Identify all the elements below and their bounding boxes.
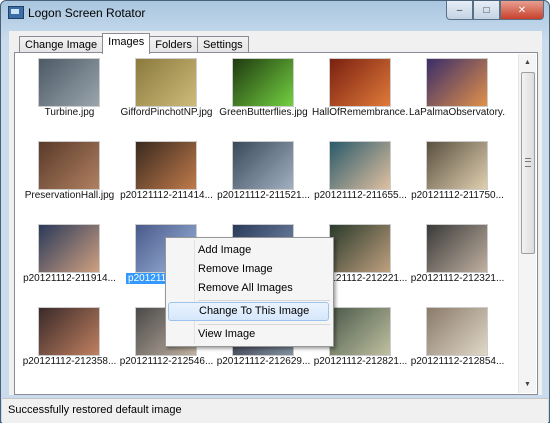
maximize-button[interactable]: □ xyxy=(473,1,500,20)
image-caption-text: p20121112-211414... xyxy=(120,190,213,201)
image-caption: GiffordPinchotNP.jpg xyxy=(118,107,215,118)
image-caption: p20121112-212321... xyxy=(409,273,506,284)
image-caption-text: p20121112-212821... xyxy=(313,356,408,367)
image-tile[interactable]: p20121112-211655... xyxy=(312,136,409,226)
image-caption-text: p20121112-211521... xyxy=(217,190,310,201)
menu-item-add-image[interactable]: Add Image xyxy=(168,241,329,260)
window-controls: ‒ □ ✕ xyxy=(446,1,544,21)
image-caption-text: p20121112-211655... xyxy=(314,190,407,201)
tab-strip: Change Image Images Folders Settings xyxy=(19,33,249,54)
image-thumbnail[interactable] xyxy=(39,59,99,106)
image-tile[interactable]: p20121112-212358... xyxy=(21,302,118,392)
image-caption: p20121112-211521... xyxy=(215,190,312,201)
image-caption-text: p20121112-212358... xyxy=(22,356,117,367)
image-caption-text: PreservationHall.jpg xyxy=(24,190,115,201)
image-thumbnail[interactable] xyxy=(136,59,196,106)
image-thumbnail[interactable] xyxy=(39,308,99,355)
image-thumbnail[interactable] xyxy=(233,59,293,106)
scroll-grip-icon xyxy=(525,158,531,167)
image-caption: Turbine.jpg xyxy=(21,107,118,118)
context-menu: Add Image Remove Image Remove All Images… xyxy=(165,237,334,347)
image-thumbnail[interactable] xyxy=(330,225,390,272)
menu-item-remove-image[interactable]: Remove Image xyxy=(168,260,329,279)
image-caption: p20121112-212546... xyxy=(118,356,215,367)
image-tile[interactable]: LaPalmaObservatory.... xyxy=(409,53,506,143)
scrollbar-thumb[interactable] xyxy=(521,72,535,254)
image-caption-text: GreenButterflies.jpg xyxy=(219,107,308,118)
image-thumbnail[interactable] xyxy=(39,142,99,189)
app-window: Logon Screen Rotator ‒ □ ✕ Change Image … xyxy=(0,0,550,423)
scroll-up-icon[interactable]: ▲ xyxy=(519,54,536,71)
image-tile[interactable]: PreservationHall.jpg xyxy=(21,136,118,226)
scroll-down-icon[interactable]: ▼ xyxy=(519,376,536,393)
title-bar[interactable]: Logon Screen Rotator ‒ □ ✕ xyxy=(1,1,549,25)
image-thumbnail[interactable] xyxy=(427,225,487,272)
status-text: Successfully restored default image xyxy=(8,404,182,416)
menu-item-view-image[interactable]: View Image xyxy=(168,325,329,344)
image-thumbnail[interactable] xyxy=(233,142,293,189)
image-tile[interactable]: HallOfRemembrance.... xyxy=(312,53,409,143)
image-caption: PreservationHall.jpg xyxy=(21,190,118,201)
image-tile[interactable]: p20121112-212321... xyxy=(409,219,506,309)
image-caption-text: GiffordPinchotNP.jpg xyxy=(120,107,213,118)
image-thumbnail[interactable] xyxy=(330,59,390,106)
image-tile[interactable]: GreenButterflies.jpg xyxy=(215,53,312,143)
image-tile[interactable]: p20121112-211414... xyxy=(118,136,215,226)
image-caption: p20121112-211750... xyxy=(409,190,506,201)
image-caption: HallOfRemembrance.... xyxy=(312,107,409,118)
image-caption: LaPalmaObservatory.... xyxy=(409,107,506,118)
image-caption: p20121112-211414... xyxy=(118,190,215,201)
image-tile[interactable]: p20121112-211521... xyxy=(215,136,312,226)
app-icon xyxy=(8,6,24,19)
image-caption: p20121112-212629... xyxy=(215,356,312,367)
close-button[interactable]: ✕ xyxy=(500,1,544,20)
image-caption: p20121112-211914... xyxy=(21,273,118,284)
image-caption-text: p20121112-211914... xyxy=(23,273,116,284)
image-caption-text: p20121112-211750... xyxy=(411,190,504,201)
image-caption-text: p20121112-212321... xyxy=(410,273,505,284)
image-thumbnail[interactable] xyxy=(136,142,196,189)
menu-item-change-to-this-image[interactable]: Change To This Image xyxy=(168,302,329,321)
image-caption-text: p20121112-212629... xyxy=(216,356,311,367)
image-caption-text: LaPalmaObservatory.... xyxy=(409,107,506,118)
image-caption: p20121112-212358... xyxy=(21,356,118,367)
window-title: Logon Screen Rotator xyxy=(28,6,146,20)
menu-item-remove-all-images[interactable]: Remove All Images xyxy=(168,279,329,298)
menu-separator xyxy=(198,300,330,301)
image-tile[interactable]: p20121112-211914... xyxy=(21,219,118,309)
image-caption-text: p20121112-212854... xyxy=(410,356,505,367)
image-thumbnail[interactable] xyxy=(427,59,487,106)
image-thumbnail[interactable] xyxy=(330,308,390,355)
minimize-button[interactable]: ‒ xyxy=(446,1,473,20)
tab-images[interactable]: Images xyxy=(102,33,151,54)
image-tile[interactable]: p20121112-212854... xyxy=(409,302,506,392)
image-caption-text: p20121112-212546... xyxy=(119,356,214,367)
image-thumbnail[interactable] xyxy=(330,142,390,189)
image-tile[interactable]: p20121112-211750... xyxy=(409,136,506,226)
image-caption-text: HallOfRemembrance.... xyxy=(312,107,409,118)
image-caption: p20121112-211655... xyxy=(312,190,409,201)
image-caption: GreenButterflies.jpg xyxy=(215,107,312,118)
image-caption-text: Turbine.jpg xyxy=(44,107,95,118)
vertical-scrollbar[interactable]: ▲ ▼ xyxy=(518,54,536,393)
image-tile[interactable]: Turbine.jpg xyxy=(21,53,118,143)
image-thumbnail[interactable] xyxy=(427,308,487,355)
image-caption: p20121112-212821... xyxy=(312,356,409,367)
image-thumbnail[interactable] xyxy=(39,225,99,272)
image-thumbnail[interactable] xyxy=(427,142,487,189)
status-bar: Successfully restored default image xyxy=(2,398,548,423)
image-caption: p20121112-212854... xyxy=(409,356,506,367)
image-tile[interactable]: GiffordPinchotNP.jpg xyxy=(118,53,215,143)
